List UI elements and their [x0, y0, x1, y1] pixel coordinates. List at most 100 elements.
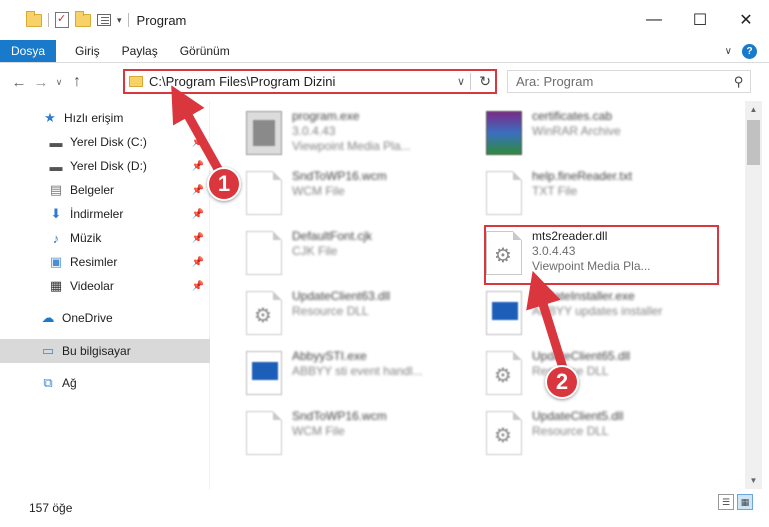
pin-icon[interactable]: 📌 [192, 161, 204, 172]
search-placeholder: Ara: Program [516, 74, 594, 89]
properties-icon[interactable] [55, 12, 69, 28]
file-highlight-box [484, 225, 719, 285]
quick-access-toolbar: ▾ [0, 10, 129, 28]
app-icon [246, 351, 282, 395]
customize-toolbar-icon[interactable]: ▾ [117, 15, 122, 26]
nav-item-videos[interactable]: ▦ Videolar 📌 [0, 274, 210, 298]
item-count: 157 öğe [29, 501, 73, 515]
file-name: UpdateClient65.dll [532, 349, 631, 363]
file-item[interactable]: DefaultFont.cjk CJK File [236, 223, 476, 283]
file-list: program.exe 3.0.4.43 Viewpoint Media Pla… [211, 101, 745, 489]
pin-icon[interactable]: 📌 [192, 233, 204, 244]
tab-file[interactable]: Dosya [0, 40, 56, 62]
step-1-badge: 1 [207, 167, 241, 201]
nav-item-network[interactable]: ⧉ Ağ [0, 371, 210, 395]
tab-home[interactable]: Giriş [64, 40, 111, 62]
nav-item-downloads[interactable]: ⬇ İndirmeler 📌 [0, 202, 210, 226]
nav-label: Belgeler [70, 183, 115, 197]
forward-button[interactable]: → [30, 74, 52, 91]
pin-icon[interactable]: 📌 [192, 257, 204, 268]
help-icon[interactable]: ? [742, 43, 757, 59]
nav-item-music[interactable]: ♪ Müzik 📌 [0, 226, 210, 250]
file-name: certificates.cab [532, 109, 613, 123]
pin-icon[interactable]: 📌 [192, 281, 204, 292]
pin-icon[interactable]: 📌 [192, 209, 204, 220]
nav-item-quick-access[interactable]: ★ Hızlı erişim [0, 106, 210, 130]
file-type: WCM File [292, 184, 345, 198]
pin-icon[interactable]: 📌 [192, 137, 204, 148]
nav-label: Hızlı erişim [64, 111, 124, 125]
expand-ribbon-icon[interactable]: ∨ [725, 46, 732, 57]
file-item[interactable]: UpdateInstaller.exe ABBYY updates instal… [476, 283, 716, 343]
file-icon [246, 411, 282, 455]
view-icon[interactable] [97, 14, 111, 26]
pin-icon[interactable]: 📌 [192, 185, 204, 196]
file-item[interactable]: program.exe 3.0.4.43 Viewpoint Media Pla… [236, 103, 476, 163]
vertical-scrollbar[interactable]: ▲ ▼ [745, 101, 762, 489]
pictures-icon: ▣ [49, 254, 63, 269]
file-item[interactable]: SndToWP16.wcm WCM File [236, 403, 476, 463]
scroll-thumb[interactable] [747, 120, 760, 165]
file-version: 3.0.4.43 [292, 124, 336, 138]
file-description: ABBYY sti event handl... [292, 364, 423, 378]
file-description: Viewpoint Media Pla... [292, 139, 411, 153]
nav-item-disk-c[interactable]: ▬ Yerel Disk (C:) 📌 [0, 130, 210, 154]
file-item[interactable]: certificates.cab WinRAR Archive [476, 103, 716, 163]
file-name: program.exe [292, 109, 360, 123]
nav-item-onedrive[interactable]: ☁ OneDrive [0, 306, 210, 330]
file-icon [246, 231, 282, 275]
nav-item-pictures[interactable]: ▣ Resimler 📌 [0, 250, 210, 274]
nav-item-documents[interactable]: ▤ Belgeler 📌 [0, 178, 210, 202]
file-name: SndToWP16.wcm [292, 169, 387, 183]
search-icon[interactable]: ⚲ [734, 74, 744, 90]
nav-label: İndirmeler [70, 207, 124, 221]
file-name: SndToWP16.wcm [292, 409, 387, 423]
star-icon: ★ [44, 110, 56, 125]
search-input[interactable]: Ara: Program ⚲ [507, 70, 751, 93]
tab-share[interactable]: Paylaş [111, 40, 169, 62]
file-item[interactable]: UpdateClient65.dll Resource DLL [476, 343, 716, 403]
new-folder-icon[interactable] [75, 10, 91, 27]
nav-item-this-pc[interactable]: ▭ Bu bilgisayar [0, 339, 210, 363]
file-icon [486, 171, 522, 215]
nav-label: Yerel Disk (C:) [70, 135, 147, 149]
file-item[interactable]: UpdateClient63.dll Resource DLL [236, 283, 476, 343]
address-bar[interactable]: C:\Program Files\Program Dizini ∨ ↻ [123, 69, 497, 94]
download-icon: ⬇ [50, 206, 62, 221]
refresh-icon[interactable]: ↻ [479, 73, 491, 90]
cloud-icon: ☁ [41, 310, 55, 325]
recent-locations-button[interactable]: ∨ [52, 77, 66, 88]
nav-label: OneDrive [62, 311, 113, 325]
address-dropdown-icon[interactable]: ∨ [457, 75, 465, 88]
file-item[interactable]: AbbyySTI.exe ABBYY sti event handl... [236, 343, 476, 403]
file-item[interactable]: help.fineReader.txt TXT File [476, 163, 716, 223]
scroll-up-icon[interactable]: ▲ [745, 101, 762, 118]
title-bar: ▾ Program — ☐ ✕ [0, 0, 769, 40]
close-button[interactable]: ✕ [723, 0, 769, 40]
file-name: help.fineReader.txt [532, 169, 633, 183]
file-name: AbbyySTI.exe [292, 349, 367, 363]
maximize-button[interactable]: ☐ [677, 0, 723, 40]
back-button[interactable]: ← [8, 74, 30, 91]
ribbon-tabs: Dosya Giriş Paylaş Görünüm ∨ ? [0, 40, 769, 63]
view-switcher: ☰ ▦ [718, 494, 753, 510]
scroll-down-icon[interactable]: ▼ [745, 472, 762, 489]
details-view-icon[interactable]: ☰ [718, 494, 734, 510]
file-item[interactable]: UpdateClient5.dll Resource DLL [476, 403, 716, 463]
file-name: DefaultFont.cjk [292, 229, 373, 243]
toolbar-separator [127, 13, 129, 27]
address-separator [470, 73, 471, 90]
file-name: UpdateClient5.dll [532, 409, 624, 423]
archive-icon [486, 111, 522, 155]
window-controls: — ☐ ✕ [631, 0, 769, 40]
up-button[interactable]: ↑ [66, 73, 88, 91]
nav-item-disk-d[interactable]: ▬ Yerel Disk (D:) 📌 [0, 154, 210, 178]
file-type: Resource DLL [292, 304, 369, 318]
file-name: UpdateInstaller.exe [532, 289, 635, 303]
address-row: ← → ∨ ↑ C:\Program Files\Program Dizini … [0, 63, 769, 101]
minimize-button[interactable]: — [631, 0, 677, 40]
tab-view[interactable]: Görünüm [169, 40, 241, 62]
address-path[interactable]: C:\Program Files\Program Dizini [149, 74, 335, 89]
tiles-view-icon[interactable]: ▦ [737, 494, 753, 510]
file-item[interactable]: SndToWP16.wcm WCM File [236, 163, 476, 223]
